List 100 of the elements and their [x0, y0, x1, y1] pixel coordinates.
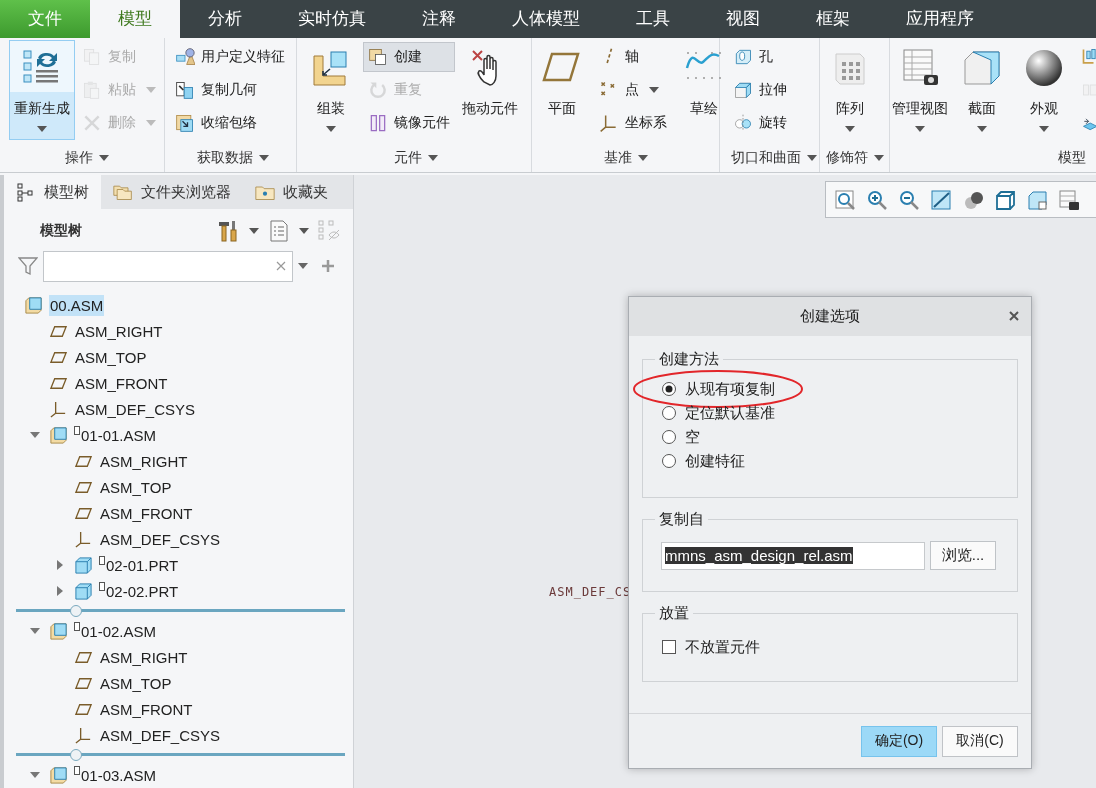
panel-tab[interactable]: 模型树	[4, 175, 101, 210]
radio-button[interactable]	[661, 429, 677, 445]
radio-button[interactable]	[661, 381, 677, 397]
clear-icon[interactable]	[276, 261, 286, 272]
cube-lock-icon[interactable]	[1026, 188, 1048, 211]
option-label[interactable]: 定位默认基准	[685, 403, 775, 423]
caret-icon[interactable]	[637, 155, 648, 161]
tree-item[interactable]: 01-01.ASM	[80, 424, 158, 446]
caret-icon[interactable]	[259, 155, 269, 161]
tree-item[interactable]: ASM_TOP	[74, 346, 148, 368]
zoom-fit-icon[interactable]	[834, 188, 856, 211]
insert-marker-line[interactable]	[16, 604, 345, 618]
filter-icon[interactable]	[18, 256, 38, 277]
ribbon-button[interactable]: 用户定义特征	[170, 42, 290, 72]
csys-icon	[74, 529, 93, 549]
ribbon-button[interactable]: 阵列	[820, 40, 880, 140]
tree-item[interactable]: ASM_RIGHT	[99, 646, 189, 668]
menu-tab[interactable]: 注释	[394, 0, 484, 38]
ribbon-button[interactable]: 复制几何	[170, 75, 290, 105]
ribbon-button[interactable]: 平面	[532, 40, 592, 140]
file-name-field[interactable]: mmns_asm_design_rel.asm	[661, 541, 925, 570]
search-field[interactable]	[43, 250, 293, 282]
tree-item[interactable]: ASM_RIGHT	[99, 450, 189, 472]
tree-item[interactable]: 01-02.ASM	[80, 620, 158, 642]
datum-label: ASM_DEF_CS	[549, 585, 632, 599]
ribbon-button[interactable]: 轴	[594, 42, 672, 72]
ribbon-button[interactable]: 点	[594, 75, 672, 105]
add-icon[interactable]	[321, 259, 335, 274]
shrinkwrap-icon	[175, 113, 195, 133]
radio-button[interactable]	[661, 453, 677, 469]
tree-item[interactable]: ASM_DEF_CSYS	[99, 724, 222, 746]
tree-item[interactable]: 02-02.PRT	[105, 580, 180, 602]
radio-button[interactable]	[661, 405, 677, 421]
menu-tab[interactable]: 模型	[90, 0, 180, 38]
tree-item[interactable]: ASM_TOP	[99, 672, 173, 694]
caret-icon[interactable]	[98, 155, 109, 161]
caret-icon[interactable]	[873, 155, 884, 161]
graphics-area[interactable]: ASM_DEF_CS 创建选项 创建方法 从现有项复制 定位默认基准 空 创建特征 复制自 mmns_asm_design_rel.asm 浏览... 放置 不放置元件 确定(O) 取消(C)	[354, 175, 1096, 788]
ribbon-button[interactable]: 镜像元件	[363, 108, 455, 138]
tree-item[interactable]: ASM_DEF_CSYS	[74, 398, 197, 420]
tree-item[interactable]: 01-03.ASM	[80, 764, 158, 786]
tree-item[interactable]: ASM_DEF_CSYS	[99, 528, 222, 550]
tree-item[interactable]: 02-01.PRT	[105, 554, 180, 576]
caret-icon[interactable]	[249, 228, 259, 234]
caret-icon[interactable]	[806, 155, 817, 161]
menu-tab[interactable]: 视图	[698, 0, 788, 38]
zoom-in-icon[interactable]	[866, 188, 888, 211]
group-label: 获取数据	[197, 149, 253, 167]
menu-tab[interactable]: 人体模型	[484, 0, 608, 38]
repaint-icon[interactable]	[930, 188, 952, 211]
create-icon	[368, 47, 388, 67]
caret-icon[interactable]	[298, 263, 308, 270]
option-label[interactable]: 创建特征	[685, 451, 745, 471]
menu-tab[interactable]: 工具	[608, 0, 698, 38]
option-label[interactable]: 空	[685, 427, 700, 447]
group-label: 模型	[1058, 149, 1086, 167]
ribbon-button[interactable]: 重新生成	[9, 40, 75, 140]
cube-icon[interactable]	[994, 188, 1016, 211]
menu-tab[interactable]: 应用程序	[878, 0, 1002, 38]
ribbon-button[interactable]: 管理视图	[890, 40, 950, 140]
menu-tab[interactable]: 框架	[788, 0, 878, 38]
zoom-out-icon[interactable]	[898, 188, 920, 211]
caret-icon[interactable]	[299, 228, 309, 234]
part-icon	[74, 581, 93, 601]
ribbon-button[interactable]: 创建	[363, 42, 455, 72]
checkbox[interactable]	[661, 639, 677, 655]
tree-icon	[16, 182, 36, 203]
menu-tab[interactable]: 分析	[180, 0, 270, 38]
ok-button[interactable]: 确定(O)	[861, 725, 937, 757]
tree-item[interactable]: ASM_FRONT	[74, 372, 169, 394]
tree-item[interactable]: ASM_TOP	[99, 476, 173, 498]
tree-item[interactable]: 00.ASM	[49, 294, 105, 316]
caret-icon[interactable]	[428, 155, 438, 161]
panel-tab[interactable]: 文件夹浏览器	[101, 175, 243, 210]
menu-tab[interactable]: 实时仿真	[270, 0, 394, 38]
ribbon-button[interactable]: 组装	[301, 40, 361, 140]
cancel-button[interactable]: 取消(C)	[942, 725, 1018, 757]
ribbon-button[interactable]: 坐标系	[594, 108, 672, 138]
group-label: 修饰符	[825, 149, 868, 167]
tree-item[interactable]: ASM_FRONT	[99, 698, 194, 720]
part-icon	[74, 555, 93, 575]
expand-toggle-icon[interactable]	[54, 586, 65, 596]
insert-marker-line[interactable]	[16, 748, 345, 762]
browse-button[interactable]: 浏览...	[930, 541, 996, 570]
ribbon-button[interactable]: 拖动元件	[457, 40, 523, 140]
checkbox-label[interactable]: 不放置元件	[685, 637, 760, 657]
bars-icon	[1081, 47, 1096, 67]
table-camera-icon[interactable]	[1058, 188, 1080, 211]
expand-toggle-icon[interactable]	[29, 626, 40, 636]
expand-toggle-icon[interactable]	[29, 430, 40, 440]
close-icon[interactable]	[1009, 311, 1019, 321]
expand-toggle-icon[interactable]	[54, 560, 65, 570]
tree-item[interactable]: ASM_FRONT	[99, 502, 194, 524]
tree-item[interactable]: ASM_RIGHT	[74, 320, 164, 342]
panel-tab[interactable]: 收藏夹	[243, 175, 340, 210]
dialog-title: 创建选项	[800, 307, 860, 326]
ribbon-button[interactable]: 外观	[1014, 40, 1074, 140]
ribbon-button[interactable]: 收缩包络	[170, 108, 290, 138]
expand-toggle-icon[interactable]	[29, 770, 40, 780]
ribbon-button[interactable]: 截面	[952, 40, 1012, 140]
